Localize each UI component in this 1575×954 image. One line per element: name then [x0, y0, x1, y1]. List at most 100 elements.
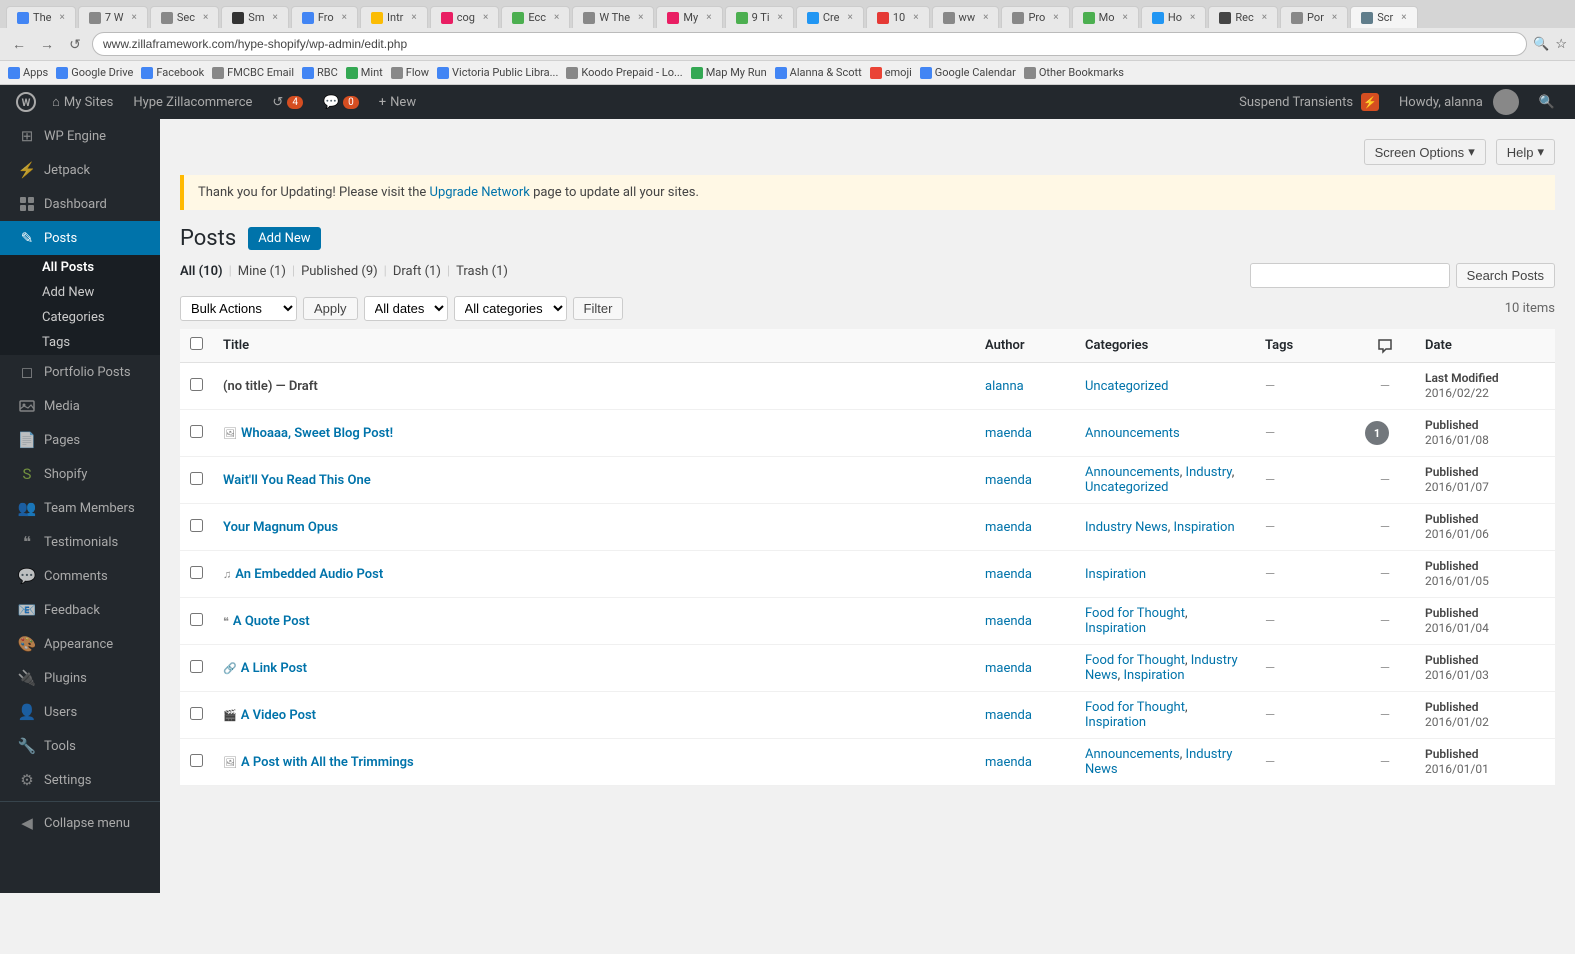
bookmark-gdrive[interactable]: Google Drive: [56, 66, 133, 79]
category-link[interactable]: Industry: [1186, 465, 1232, 480]
sidebar-item-tools[interactable]: 🔧 Tools: [0, 729, 160, 763]
categories-select[interactable]: All categories: [454, 296, 567, 321]
row-checkbox[interactable]: [190, 754, 203, 767]
bookmark-gcal[interactable]: Google Calendar: [920, 66, 1016, 79]
col-header-comments[interactable]: [1355, 329, 1415, 363]
category-link[interactable]: Inspiration: [1085, 715, 1146, 730]
sidebar-sub-tags[interactable]: Tags: [0, 330, 160, 355]
sidebar-item-shopify[interactable]: S Shopify: [0, 457, 160, 491]
row-checkbox[interactable]: [190, 472, 203, 485]
bookmark-flow[interactable]: Flow: [391, 66, 429, 79]
category-link[interactable]: Uncategorized: [1085, 480, 1168, 495]
browser-tab-intr[interactable]: Intr×: [360, 6, 428, 28]
forward-button[interactable]: →: [36, 33, 58, 55]
screen-options-button[interactable]: Screen Options ▾: [1364, 139, 1486, 165]
sidebar-item-plugins[interactable]: 🔌 Plugins: [0, 661, 160, 695]
sidebar-item-feedback[interactable]: 📧 Feedback: [0, 593, 160, 627]
post-title-link[interactable]: Wait'll You Read This One: [223, 473, 371, 488]
filter-button[interactable]: Filter: [573, 297, 624, 320]
select-all-checkbox[interactable]: [190, 337, 203, 350]
upgrade-network-link[interactable]: Upgrade Network: [430, 185, 530, 200]
category-link[interactable]: Food for Thought: [1085, 606, 1185, 621]
col-header-title[interactable]: Title: [213, 329, 975, 363]
browser-tab-scr[interactable]: Scr×: [1350, 6, 1417, 28]
category-link[interactable]: Announcements: [1085, 747, 1180, 762]
category-link[interactable]: Inspiration: [1123, 668, 1184, 683]
browser-tab-cre[interactable]: Cre×: [796, 6, 864, 28]
admin-bar-comments[interactable]: 💬 0: [313, 85, 369, 119]
row-checkbox[interactable]: [190, 519, 203, 532]
bulk-actions-select[interactable]: Bulk Actions Edit Move to Trash: [180, 296, 297, 321]
row-checkbox[interactable]: [190, 566, 203, 579]
apply-button[interactable]: Apply: [303, 297, 358, 320]
bookmark-apps[interactable]: Apps: [8, 66, 48, 79]
category-link[interactable]: Announcements: [1085, 465, 1180, 480]
browser-tab-pro[interactable]: Pro×: [1001, 6, 1069, 28]
author-link[interactable]: maenda: [985, 426, 1032, 441]
browser-tab-ww[interactable]: ww×: [932, 6, 1000, 28]
category-link[interactable]: Announcements: [1085, 426, 1180, 441]
post-title-link[interactable]: Your Magnum Opus: [223, 520, 338, 535]
post-title-link[interactable]: A Quote Post: [233, 614, 310, 629]
author-link[interactable]: maenda: [985, 614, 1032, 629]
filter-mine[interactable]: Mine (1): [238, 264, 286, 279]
category-link[interactable]: Food for Thought: [1085, 700, 1185, 715]
browser-tab-ecc[interactable]: Ecc×: [501, 6, 570, 28]
category-link[interactable]: Industry News: [1085, 520, 1168, 535]
post-title-link[interactable]: A Post with All the Trimmings: [241, 755, 414, 770]
add-new-button[interactable]: Add New: [248, 227, 320, 250]
sidebar-item-pages[interactable]: 📄 Pages: [0, 423, 160, 457]
category-link[interactable]: Food for Thought: [1085, 653, 1185, 668]
author-link[interactable]: alanna: [985, 379, 1024, 394]
filter-trash[interactable]: Trash (1): [456, 264, 508, 279]
browser-tab-cog[interactable]: cog×: [430, 6, 500, 28]
category-link[interactable]: Inspiration: [1085, 567, 1146, 582]
admin-bar-search[interactable]: 🔍: [1529, 85, 1565, 119]
browser-tab-wthe[interactable]: W The×: [572, 6, 654, 28]
reload-button[interactable]: ↺: [64, 33, 86, 55]
browser-tab-mo[interactable]: Mo×: [1072, 6, 1139, 28]
filter-draft[interactable]: Draft (1): [393, 264, 441, 279]
browser-tab-7w[interactable]: 7 W×: [78, 6, 148, 28]
browser-tab-sec[interactable]: Sec×: [150, 6, 219, 28]
browser-tab-sm[interactable]: Sm×: [221, 6, 289, 28]
sidebar-item-comments[interactable]: 💬 Comments: [0, 559, 160, 593]
sidebar-item-wp-engine[interactable]: ⊞ WP Engine: [0, 119, 160, 153]
post-title-link[interactable]: Whoaaa, Sweet Blog Post!: [241, 426, 393, 441]
bookmark-maprun[interactable]: Map My Run: [691, 66, 767, 79]
browser-tab-fro[interactable]: Fro×: [291, 6, 358, 28]
author-link[interactable]: maenda: [985, 661, 1032, 676]
author-link[interactable]: maenda: [985, 520, 1032, 535]
bookmark-koodo[interactable]: Koodo Prepaid - Lo...: [566, 66, 682, 79]
row-checkbox[interactable]: [190, 660, 203, 673]
admin-bar-mysites[interactable]: ⌂ My Sites: [42, 85, 123, 119]
author-link[interactable]: maenda: [985, 755, 1032, 770]
post-title-link[interactable]: A Video Post: [241, 708, 316, 723]
sidebar-item-jetpack[interactable]: ⚡ Jetpack: [0, 153, 160, 187]
sidebar-item-testimonials[interactable]: ❝ Testimonials: [0, 525, 160, 559]
sidebar-item-media[interactable]: Media: [0, 389, 160, 423]
author-link[interactable]: maenda: [985, 473, 1032, 488]
author-link[interactable]: maenda: [985, 708, 1032, 723]
row-checkbox[interactable]: [190, 707, 203, 720]
comment-count-badge[interactable]: 1: [1365, 421, 1389, 445]
sidebar-item-portfolio[interactable]: ◻ Portfolio Posts: [0, 355, 160, 389]
browser-tab-10[interactable]: 10×: [866, 6, 930, 28]
browser-tab-9ti[interactable]: 9 Ti×: [725, 6, 794, 28]
bookmark-emoji[interactable]: emoji: [870, 66, 912, 79]
sidebar-item-dashboard[interactable]: Dashboard: [0, 187, 160, 221]
author-link[interactable]: maenda: [985, 567, 1032, 582]
browser-tab-ho[interactable]: Ho×: [1141, 6, 1206, 28]
back-button[interactable]: ←: [8, 33, 30, 55]
search-posts-input[interactable]: [1250, 263, 1450, 288]
bookmark-victoria[interactable]: Victoria Public Libra...: [437, 66, 558, 79]
filter-published[interactable]: Published (9): [301, 264, 378, 279]
browser-tab-por[interactable]: Por×: [1280, 6, 1348, 28]
admin-bar-sitename[interactable]: Hype Zillacommerce: [123, 85, 262, 119]
row-checkbox[interactable]: [190, 425, 203, 438]
bookmark-rbc[interactable]: RBC: [302, 66, 338, 79]
browser-tab-the[interactable]: The×: [6, 6, 76, 28]
category-link[interactable]: Inspiration: [1085, 621, 1146, 636]
bookmark-facebook[interactable]: Facebook: [141, 66, 204, 79]
row-checkbox[interactable]: [190, 378, 203, 391]
